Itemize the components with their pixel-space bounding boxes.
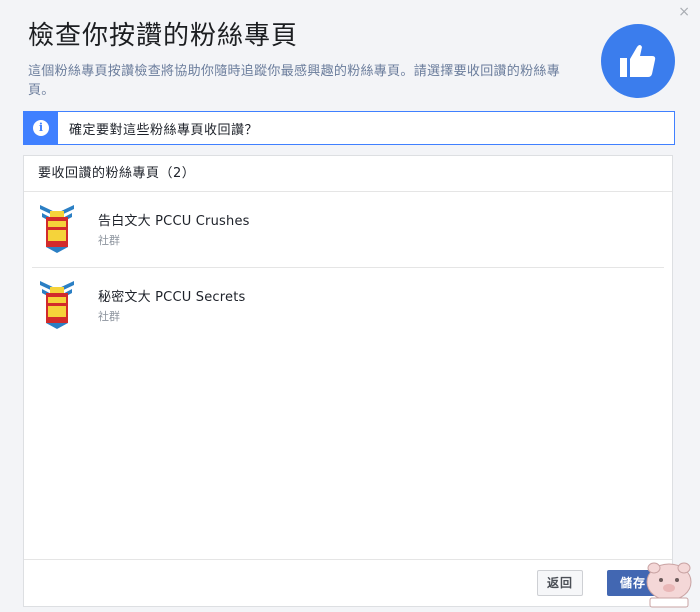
mascot-watermark [646,562,692,608]
confirm-notice: i 確定要對這些粉絲專頁收回讚？ [23,111,675,145]
page-name[interactable]: 秘密文大 PCCU Secrets [98,286,246,305]
page-category: 社群 [98,310,120,323]
list-item[interactable]: 告白文大 PCCU Crushes 社群 [32,192,664,267]
dialog-description: 這個粉絲專頁按讚檢查將協助你隨時追蹤你最感興趣的粉絲專頁。請選擇要收回讚的粉絲專… [28,64,561,98]
pages-panel: 要收回讚的粉絲專頁（2） 告白文大 PCCU Crushes 社群 秘密文大 P… [23,155,673,607]
pccu-logo [40,281,74,329]
page-category: 社群 [98,234,120,247]
dialog-header: 檢查你按讚的粉絲專頁 這個粉絲專頁按讚檢查將協助你隨時追蹤你最感興趣的粉絲專頁。… [28,16,578,100]
page-name[interactable]: 告白文大 PCCU Crushes [98,210,250,229]
thumbs-up-icon [601,24,675,98]
info-icon: i [24,112,58,144]
list-item[interactable]: 秘密文大 PCCU Secrets 社群 [32,267,664,343]
dialog-footer: 返回 儲存 [24,559,672,606]
pccu-logo [40,205,74,253]
back-button[interactable]: 返回 [537,570,584,596]
panel-heading: 要收回讚的粉絲專頁（2） [24,156,672,192]
close-icon[interactable]: × [678,4,690,20]
dialog-title: 檢查你按讚的粉絲專頁 [28,21,299,51]
notice-text: 確定要對這些粉絲專頁收回讚？ [69,122,259,138]
